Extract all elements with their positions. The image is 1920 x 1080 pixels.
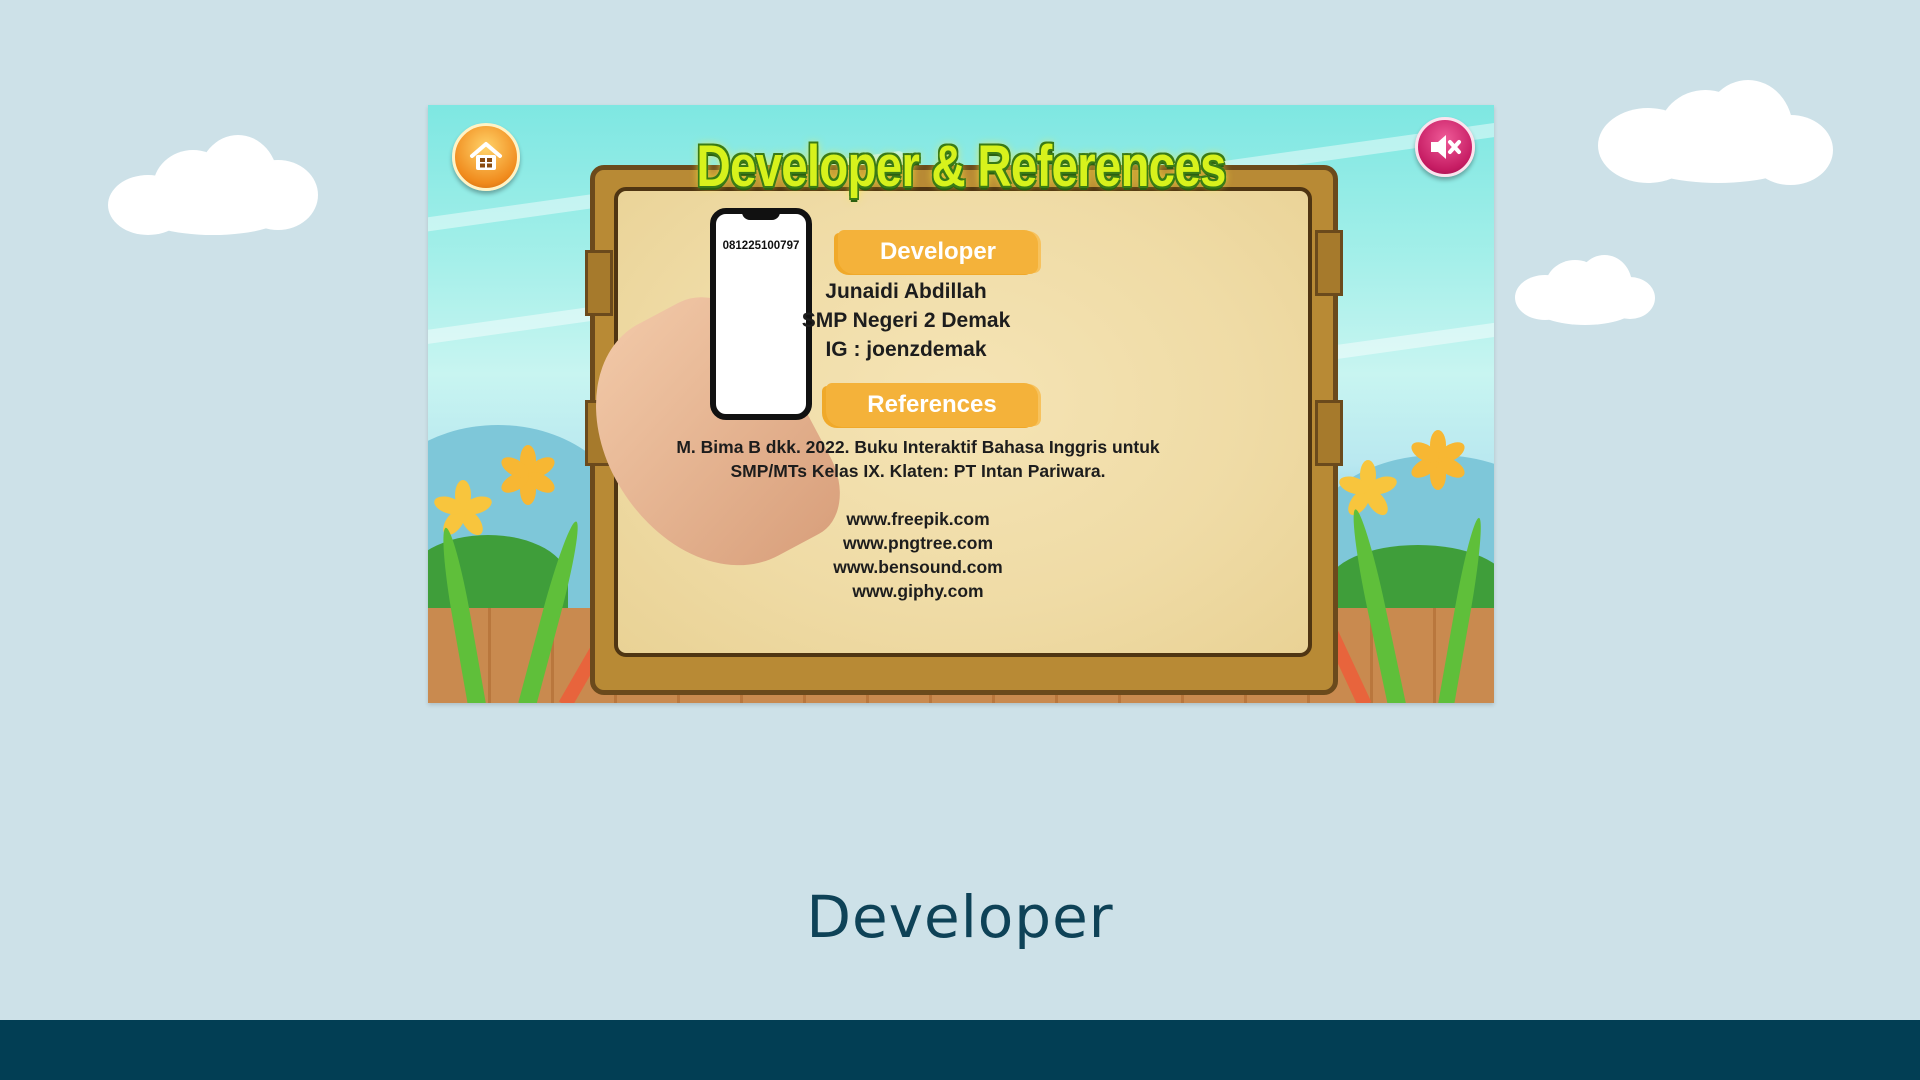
game-screen: Developer & References 081225100797 Deve… [428,105,1494,703]
references-text: M. Bima B dkk. 2022. Buku Interaktif Bah… [668,435,1168,603]
reference-site: www.giphy.com [852,581,984,601]
developer-name: Junaidi Abdillah [825,280,987,303]
reference-site: www.freepik.com [846,509,990,529]
cloud-right-small [1515,255,1660,335]
reference-site: www.bensound.com [833,557,1003,577]
board-edge [1315,230,1343,296]
flower [498,445,558,505]
flower [1336,460,1400,519]
cloud-right-top [1598,80,1838,205]
reference-book-line: SMP/MTs Kelas IX. Klaten: PT Intan Pariw… [730,461,1106,481]
sky-streak [428,306,599,348]
developer-heading: Developer [838,230,1038,274]
phone-notch [742,212,780,220]
developer-instagram: IG : joenzdemak [825,338,987,361]
screen-title: Developer & References [696,134,1226,199]
flower [431,480,495,539]
mute-button[interactable] [1415,117,1475,177]
board-edge [1315,400,1343,466]
board-edge [585,250,613,316]
references-heading: References [826,383,1038,427]
developer-info: Junaidi Abdillah SMP Negeri 2 Demak IG :… [796,277,1016,364]
flower [1408,430,1468,490]
developer-school: SMP Negeri 2 Demak [801,309,1011,332]
reference-site: www.pngtree.com [842,533,994,553]
home-button[interactable] [452,123,520,191]
home-icon [470,142,502,170]
reference-book-line: M. Bima B dkk. 2022. Buku Interaktif Bah… [676,437,1160,457]
phone-number: 081225100797 [722,240,800,252]
cloud-left [108,135,328,245]
slide-caption: Developer [806,883,1114,951]
footer-bar [0,1020,1920,1080]
speaker-mute-icon [1431,135,1461,159]
